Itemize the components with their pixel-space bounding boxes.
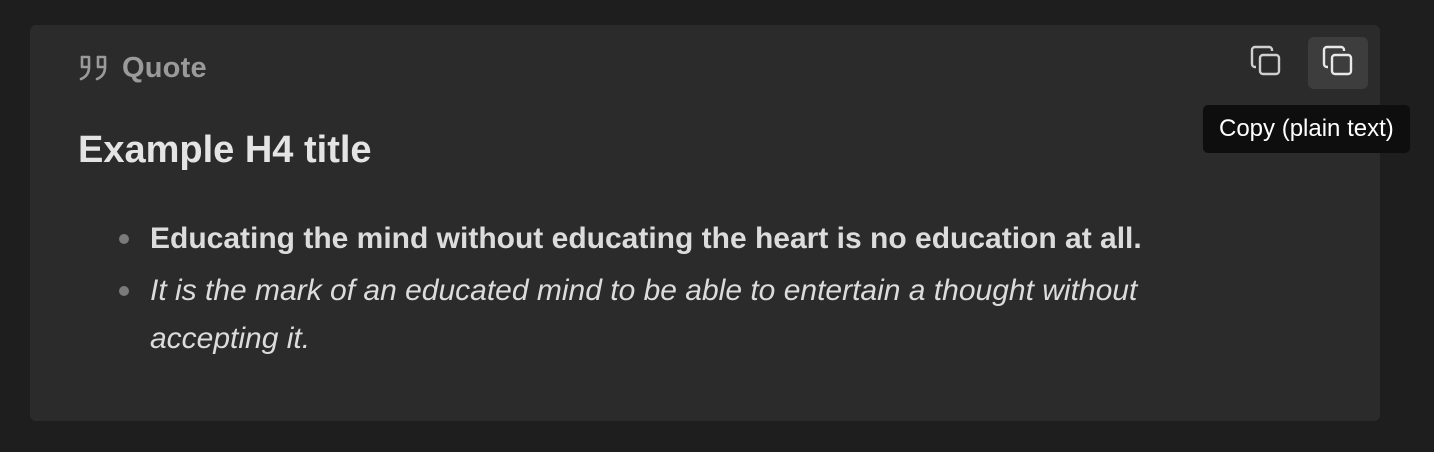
callout-toolbar (1236, 37, 1368, 89)
quote-callout: Quote Example H4 title Educating the min… (30, 25, 1380, 421)
quote-text: It is the mark of an educated mind to be… (150, 274, 1138, 355)
list-item: Educating the mind without educating the… (78, 215, 1258, 263)
callout-label: Quote (122, 51, 207, 84)
copy-plain-text-button[interactable] (1308, 37, 1368, 89)
copy-icon (1320, 43, 1356, 84)
copy-icon (1248, 43, 1284, 84)
list-item: It is the mark of an educated mind to be… (78, 267, 1258, 363)
quote-text: Educating the mind without educating the… (150, 222, 1142, 255)
copy-button[interactable] (1236, 37, 1296, 89)
callout-title: Example H4 title (78, 129, 372, 171)
callout-header: Quote (78, 51, 207, 85)
bullet (119, 286, 129, 296)
bullet (119, 234, 129, 244)
quote-list: Educating the mind without educating the… (78, 215, 1258, 367)
tooltip: Copy (plain text) (1203, 105, 1410, 153)
quote-icon (78, 51, 112, 85)
